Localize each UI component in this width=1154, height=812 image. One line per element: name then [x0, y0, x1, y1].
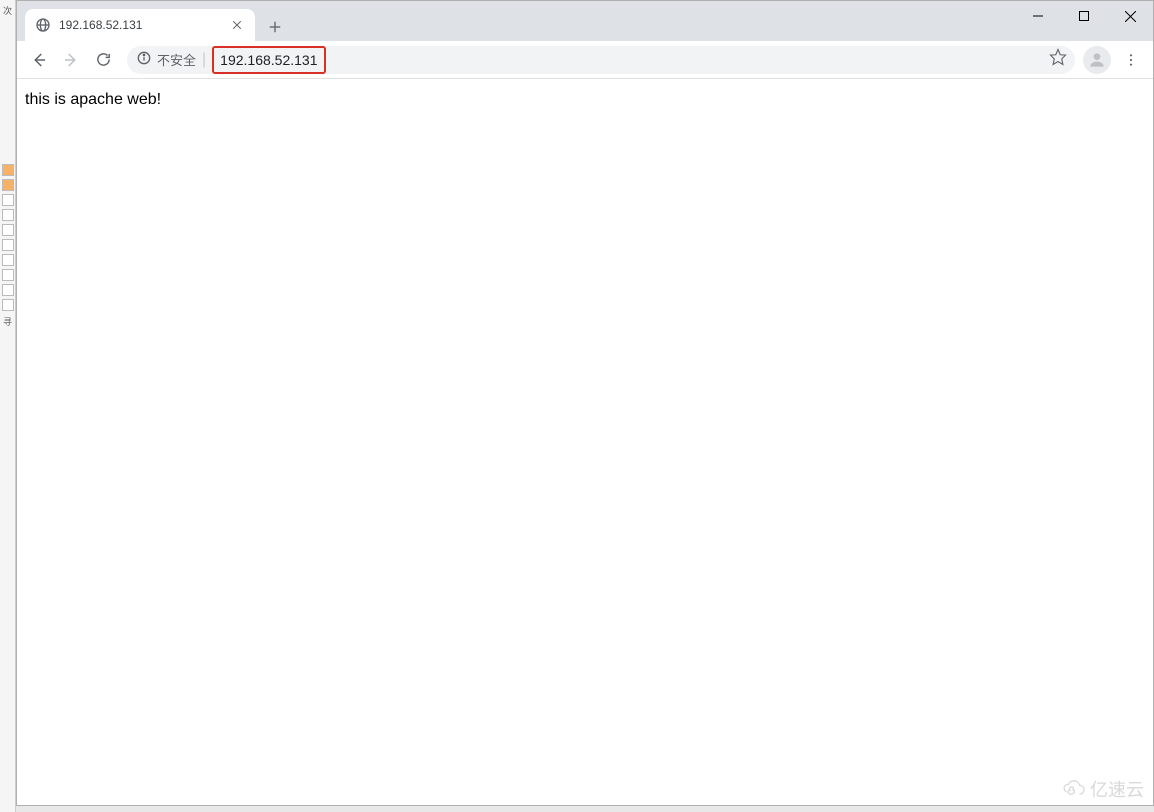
new-tab-button[interactable]: [261, 13, 289, 41]
reload-button[interactable]: [87, 44, 119, 76]
back-button[interactable]: [23, 44, 55, 76]
side-frag-label: 次: [0, 4, 15, 17]
address-bar: 不安全 | 192.168.52.131: [17, 41, 1153, 79]
maximize-button[interactable]: [1061, 1, 1107, 31]
toolbar-right: [1083, 44, 1147, 76]
side-frag-item: [2, 224, 14, 236]
tab-title: 192.168.52.131: [59, 18, 229, 32]
side-frag-item: [2, 284, 14, 296]
tab-strip: 192.168.52.131: [17, 1, 289, 41]
side-frag-item: [2, 239, 14, 251]
bookmark-star-icon[interactable]: [1049, 48, 1067, 71]
url-bar[interactable]: 不安全 | 192.168.52.131: [127, 46, 1075, 74]
side-frag-label: 寻: [0, 315, 15, 328]
security-indicator[interactable]: 不安全: [137, 50, 196, 69]
window-close-button[interactable]: [1107, 1, 1153, 31]
browser-tab[interactable]: 192.168.52.131: [25, 9, 255, 41]
globe-icon: [35, 17, 51, 33]
security-label: 不安全: [157, 50, 196, 69]
window-controls: [1015, 1, 1153, 31]
side-frag-item: [2, 164, 14, 176]
page-content: this is apache web!: [17, 79, 1153, 805]
menu-button[interactable]: [1115, 44, 1147, 76]
side-frag-item: [2, 179, 14, 191]
side-frag-item: [2, 209, 14, 221]
url-text: 192.168.52.131: [220, 52, 317, 68]
minimize-button[interactable]: [1015, 1, 1061, 31]
forward-button[interactable]: [55, 44, 87, 76]
close-icon[interactable]: [229, 17, 245, 33]
info-icon: [137, 51, 151, 68]
side-frag-item: [2, 254, 14, 266]
side-frag-item: [2, 194, 14, 206]
side-frag-item: [2, 299, 14, 311]
side-frag-item: [2, 269, 14, 281]
browser-window: 192.168.52.131: [16, 0, 1154, 806]
partial-side-panel: 次 寻: [0, 0, 16, 812]
highlight-box: 192.168.52.131: [212, 46, 325, 74]
page-text: this is apache web!: [25, 91, 161, 108]
profile-avatar-button[interactable]: [1083, 46, 1111, 74]
browser-titlebar: 192.168.52.131: [17, 1, 1153, 41]
separator: |: [202, 51, 206, 69]
